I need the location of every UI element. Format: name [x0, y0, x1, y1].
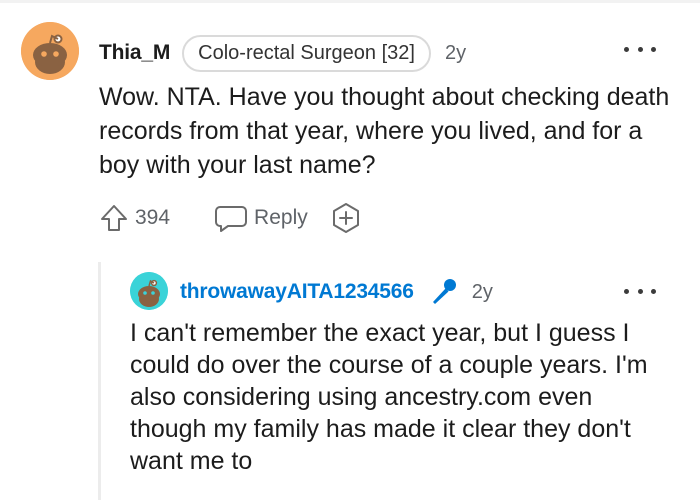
more-dots-icon: [624, 288, 629, 294]
more-options-button[interactable]: [624, 43, 656, 55]
reply-more-options-button[interactable]: [624, 285, 656, 297]
reply-header: throwawayAITA1234566 2y: [180, 272, 493, 312]
comment-username[interactable]: Thia_M: [99, 41, 170, 65]
thread-line[interactable]: [98, 262, 101, 500]
reply-user-avatar[interactable]: [130, 272, 168, 310]
reply-username[interactable]: throwawayAITA1234566: [180, 280, 414, 304]
reply-age: 2y: [471, 280, 493, 303]
top-divider: [0, 0, 700, 3]
vote-score: 394: [135, 206, 171, 229]
comment-body: Wow. NTA. Have you thought about checkin…: [99, 83, 670, 179]
more-dots-icon: [624, 46, 629, 52]
microphone-icon: [432, 279, 456, 304]
op-badge: [428, 277, 458, 307]
comment-age: 2y: [444, 41, 467, 64]
snoo-avatar-icon: [130, 272, 168, 310]
upvote-button[interactable]: 394: [99, 203, 170, 233]
award-button[interactable]: [330, 202, 362, 234]
reply-label: Reply: [254, 206, 308, 229]
user-flair: Colo-rectal Surgeon [32]: [182, 34, 431, 72]
comment-actions: 394 Reply: [99, 198, 362, 238]
comment-header: Thia_M Colo-rectal Surgeon [32] 2y: [99, 34, 466, 72]
reply-body: I can't remember the exact year, but I g…: [130, 319, 648, 475]
snoo-avatar-icon: [21, 22, 79, 80]
user-avatar[interactable]: [21, 22, 79, 80]
reply-button[interactable]: Reply: [214, 203, 308, 233]
upvote-arrow-icon: [101, 205, 127, 231]
award-plus-icon: [332, 203, 359, 233]
speech-bubble-icon: [215, 206, 248, 232]
